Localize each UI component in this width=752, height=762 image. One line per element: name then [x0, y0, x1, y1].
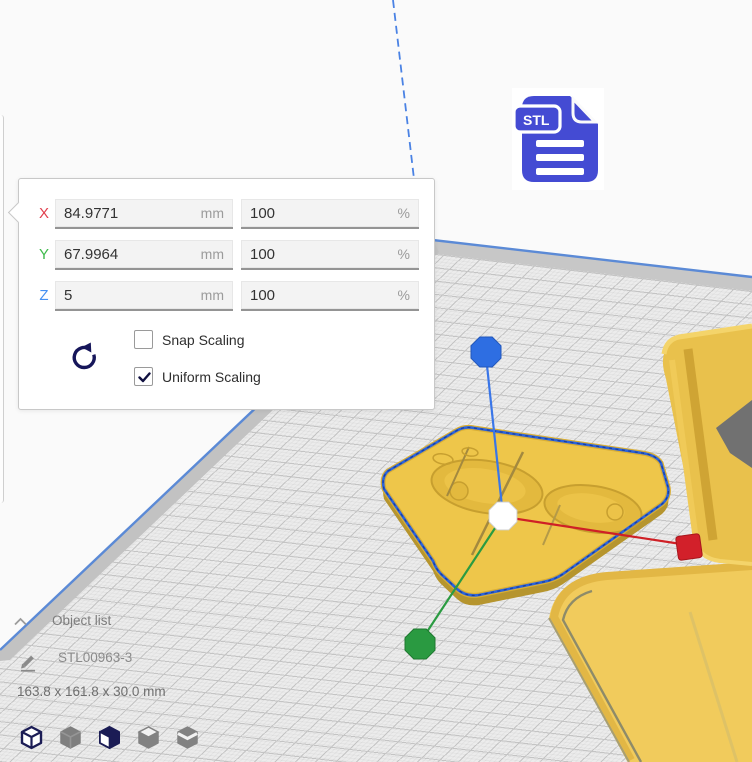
model-box[interactable]: [663, 326, 752, 564]
scale-x-percent-input[interactable]: [241, 199, 419, 229]
arrowhead: [82, 343, 92, 353]
view-cube-top-face-icon[interactable]: [135, 724, 162, 751]
axis-label-x: X: [35, 199, 53, 229]
pencil-icon[interactable]: [18, 651, 39, 672]
scale-x-percent-field: %: [241, 199, 419, 229]
gizmo-y-handle[interactable]: [405, 629, 435, 659]
snap-scaling-label: Snap Scaling: [162, 332, 245, 348]
object-list-item[interactable]: STL00963-3: [58, 650, 132, 665]
plate-border-band-back: [433, 240, 752, 291]
object-list-header[interactable]: Object list: [52, 613, 111, 628]
scale-y-mm-field: mm: [55, 240, 233, 270]
chevron-up-icon[interactable]: [13, 616, 28, 627]
scale-z-percent-input[interactable]: [241, 281, 419, 311]
scale-z-percent-field: %: [241, 281, 419, 311]
view-cube-front-face-icon[interactable]: [96, 724, 123, 751]
snap-scaling-checkbox[interactable]: [134, 330, 153, 349]
scale-x-mm-field: mm: [55, 199, 233, 229]
left-panel-edge: [0, 115, 4, 503]
view-cube-layers-icon[interactable]: [174, 724, 201, 751]
build-volume-z-edge: [393, 0, 416, 196]
cura-viewport: STL X mm % Y mm % Z mm: [0, 0, 752, 762]
gizmo-z-handle[interactable]: [471, 337, 501, 367]
scale-y-percent-input[interactable]: [241, 240, 419, 270]
view-toolbar: [18, 724, 201, 751]
reset-scale-button[interactable]: [69, 341, 101, 373]
scale-y-mm-input[interactable]: [55, 240, 233, 270]
scale-z-mm-field: mm: [55, 281, 233, 311]
scale-y-percent-field: %: [241, 240, 419, 270]
model-lid[interactable]: [549, 563, 752, 762]
stl-file-icon: STL: [512, 88, 604, 190]
gizmo-center-handle[interactable]: [489, 502, 517, 530]
gizmo-x-handle[interactable]: [675, 533, 702, 560]
checkmark-icon: [136, 369, 153, 386]
uniform-scaling-checkbox[interactable]: [134, 367, 153, 386]
view-cube-solid-icon[interactable]: [57, 724, 84, 751]
stl-label: STL: [523, 112, 550, 128]
scale-tool-panel: X mm % Y mm % Z mm %: [18, 178, 435, 410]
view-cube-wireframe-icon[interactable]: [18, 724, 45, 751]
axis-label-z: Z: [35, 281, 53, 311]
scale-x-mm-input[interactable]: [55, 199, 233, 229]
axis-label-y: Y: [35, 240, 53, 270]
scale-z-mm-input[interactable]: [55, 281, 233, 311]
model-dimensions-label: 163.8 x 161.8 x 30.0 mm: [17, 684, 166, 699]
uniform-scaling-label: Uniform Scaling: [162, 369, 261, 385]
